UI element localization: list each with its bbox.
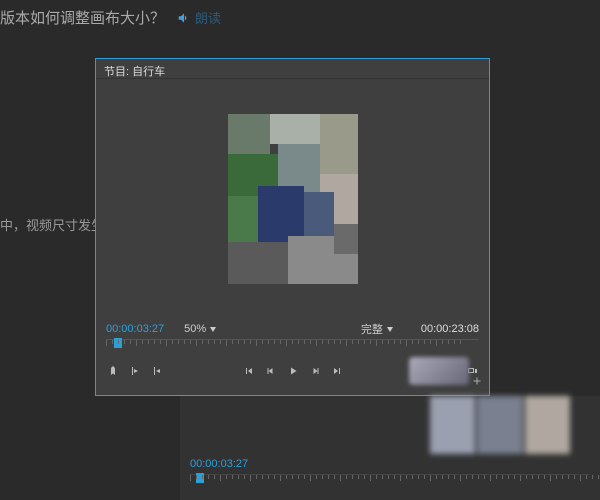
timecode-current[interactable]: 00:00:03:27	[106, 323, 164, 335]
article-text-fragment: 中，视频尺寸发生	[0, 215, 104, 234]
chevron-down-icon	[387, 327, 393, 332]
marker-button[interactable]	[106, 364, 120, 378]
goto-in-icon	[243, 365, 255, 377]
quality-label: 完整	[361, 321, 383, 337]
sound-button[interactable]: 朗读	[177, 8, 221, 27]
play-icon	[287, 365, 299, 377]
panel-header: 节目: 自行车	[96, 59, 489, 79]
plus-icon	[471, 375, 483, 387]
inpoint-icon	[129, 365, 141, 377]
goto-in-button[interactable]	[242, 364, 256, 378]
in-point-button[interactable]	[128, 364, 142, 378]
goto-out-icon	[331, 365, 343, 377]
lower-timecode[interactable]: 00:00:03:27	[190, 458, 248, 470]
preview-frame	[228, 114, 358, 284]
outpoint-icon	[151, 365, 163, 377]
step-forward-button[interactable]	[308, 364, 322, 378]
time-ruler[interactable]	[106, 339, 479, 357]
button-editor-button[interactable]	[471, 375, 483, 387]
lower-panel: 00:00:03:27	[180, 396, 600, 500]
goto-out-button[interactable]	[330, 364, 344, 378]
page-title: 版本如何调整画布大小？	[0, 7, 165, 28]
zoom-value: 50%	[184, 323, 206, 335]
sound-icon	[177, 11, 191, 25]
monitor-info-row: 00:00:03:27 50% 完整 00:00:23:08	[96, 319, 489, 339]
step-back-button[interactable]	[264, 364, 278, 378]
program-monitor-panel: 节目: 自行车 00:00:03:27 50% 完整 00:00:23:	[95, 58, 490, 396]
lower-ruler[interactable]	[190, 474, 590, 490]
chevron-down-icon	[210, 327, 216, 332]
lower-preview-blur	[430, 396, 570, 454]
preview-area	[96, 79, 489, 319]
watermark-blur	[409, 357, 469, 385]
out-point-button[interactable]	[150, 364, 164, 378]
play-button[interactable]	[286, 364, 300, 378]
sound-label: 朗读	[195, 8, 221, 27]
marker-icon	[107, 365, 119, 377]
timecode-total: 00:00:23:08	[421, 323, 479, 335]
zoom-dropdown[interactable]: 50%	[184, 323, 216, 335]
step-forward-icon	[309, 365, 321, 377]
step-back-icon	[265, 365, 277, 377]
quality-dropdown[interactable]: 完整	[361, 321, 393, 337]
